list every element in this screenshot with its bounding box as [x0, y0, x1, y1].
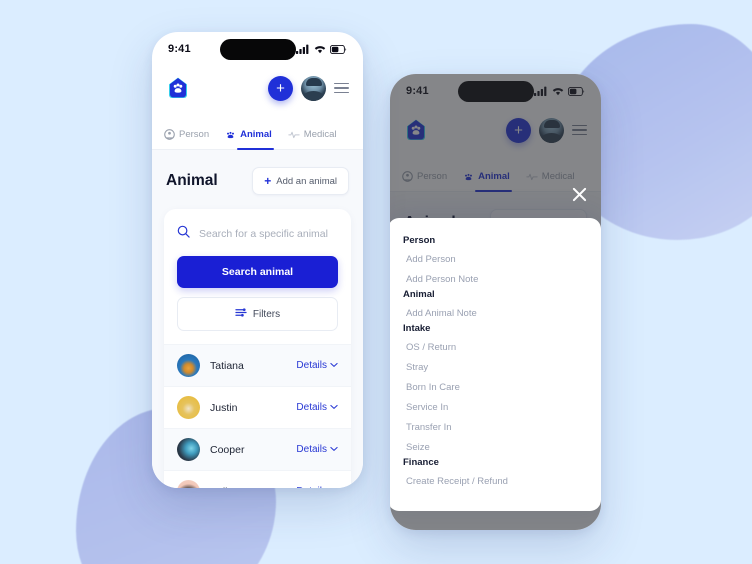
tab-medical-label: Medical: [303, 129, 337, 140]
tab-person[interactable]: Person: [164, 129, 209, 149]
close-icon[interactable]: [569, 184, 589, 204]
hamburger-menu-icon[interactable]: [334, 82, 349, 94]
menu-group-person: Person Add Person Add Person Note: [403, 235, 586, 289]
details-label: Details: [296, 486, 327, 488]
animal-name: Tatiana: [210, 359, 244, 372]
details-button[interactable]: Details: [296, 402, 338, 413]
details-button[interactable]: Details: [296, 360, 338, 371]
menu-group-title: Finance: [403, 457, 439, 468]
search-card: Search animal Filters Tatiana Details: [164, 209, 351, 488]
tab-person-label: Person: [179, 129, 210, 140]
phone-mockup-animal-list: 9:41 + Person Animal Medical Animal + Ad…: [152, 32, 363, 488]
menu-group-title: Person: [403, 235, 436, 246]
pulse-icon: [288, 129, 300, 140]
cellular-signal-icon: [296, 44, 310, 54]
avatar: [177, 438, 200, 461]
chevron-down-icon: [330, 360, 338, 371]
tab-medical[interactable]: Medical: [288, 129, 337, 149]
battery-icon: [330, 44, 347, 54]
menu-group-intake: Intake OS / Return Stray Born In Care Se…: [403, 323, 586, 457]
chevron-down-icon: [330, 486, 338, 488]
list-item[interactable]: Cooper Details: [164, 429, 351, 471]
status-time: 9:41: [168, 43, 191, 55]
menu-group-animal: Animal Add Animal Note: [403, 289, 586, 323]
menu-item-service-in[interactable]: Service In: [403, 397, 586, 417]
avatar: [177, 354, 200, 377]
add-an-animal-label: Add an animal: [276, 175, 337, 187]
menu-item-add-person[interactable]: Add Person: [403, 249, 586, 269]
action-menu-panel: Person Add Person Add Person Note Animal…: [390, 218, 601, 511]
person-icon: [164, 129, 175, 140]
page-content: Animal + Add an animal Search animal: [152, 150, 363, 488]
menu-item-add-person-note[interactable]: Add Person Note: [403, 269, 586, 289]
chevron-down-icon: [330, 402, 338, 413]
tab-animal[interactable]: Animal: [225, 129, 274, 150]
menu-item-transfer-in[interactable]: Transfer In: [403, 417, 586, 437]
phone-mockup-menu-open: 9:41 +: [390, 74, 601, 530]
user-avatar[interactable]: [301, 75, 326, 101]
search-animal-button[interactable]: Search animal: [177, 256, 338, 288]
animal-name: Cooper: [210, 443, 245, 456]
details-button[interactable]: Details: [296, 444, 338, 455]
menu-group-finance: Finance Create Receipt / Refund: [403, 457, 586, 491]
details-button[interactable]: Details: [296, 486, 338, 488]
add-button[interactable]: +: [268, 75, 293, 101]
filters-button[interactable]: Filters: [177, 297, 338, 331]
wifi-icon: [314, 44, 326, 54]
search-icon: [177, 225, 190, 243]
details-label: Details: [296, 402, 327, 413]
list-item[interactable]: Justin Details: [164, 387, 351, 429]
animal-list: Tatiana Details Justin Details Cooper De…: [164, 344, 351, 488]
tab-animal-label: Animal: [240, 129, 272, 140]
menu-item-os-return[interactable]: OS / Return: [403, 337, 586, 357]
details-label: Details: [296, 444, 327, 455]
page-title: Animal: [166, 172, 218, 189]
menu-item-create-receipt-refund[interactable]: Create Receipt / Refund: [403, 471, 586, 491]
menu-group-title: Intake: [403, 323, 431, 334]
list-item[interactable]: Tatiana Details: [164, 345, 351, 387]
chevron-down-icon: [330, 444, 338, 455]
app-bar: +: [152, 66, 363, 110]
avatar: [177, 396, 200, 419]
menu-item-add-animal-note[interactable]: Add Animal Note: [403, 303, 586, 323]
add-an-animal-button[interactable]: + Add an animal: [252, 167, 349, 195]
search-input[interactable]: [199, 228, 338, 240]
menu-item-seize[interactable]: Seize: [403, 437, 586, 457]
status-bar: 9:41: [152, 32, 363, 66]
menu-item-stray[interactable]: Stray: [403, 357, 586, 377]
dynamic-island: [219, 39, 296, 60]
list-item[interactable]: Anika Details: [164, 471, 351, 488]
sliders-icon: [235, 307, 247, 321]
menu-item-born-in-care[interactable]: Born In Care: [403, 377, 586, 397]
paw-shield-logo[interactable]: [166, 75, 190, 101]
paw-icon: [225, 129, 236, 140]
menu-group-title: Animal: [403, 289, 435, 300]
animal-name: Justin: [210, 401, 238, 414]
avatar: [177, 480, 200, 488]
plus-icon: +: [264, 174, 272, 188]
animal-name: Anika: [210, 486, 236, 489]
tab-bar: Person Animal Medical: [152, 110, 363, 150]
details-label: Details: [296, 360, 327, 371]
filters-label: Filters: [252, 308, 281, 320]
